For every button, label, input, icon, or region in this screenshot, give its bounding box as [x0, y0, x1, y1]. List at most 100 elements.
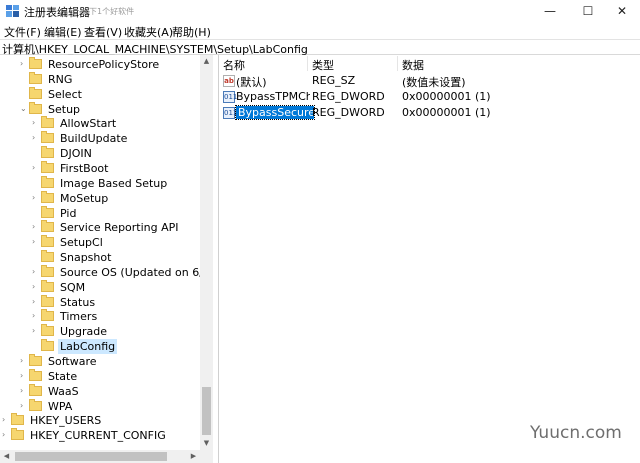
- folder-icon: [41, 220, 54, 233]
- chevron-right-icon[interactable]: ›: [32, 311, 40, 321]
- close-button[interactable]: ✕: [604, 0, 640, 22]
- folder-icon: [41, 339, 54, 352]
- value-data: 0x00000001 (1): [402, 90, 491, 103]
- regedit-app-icon: [6, 5, 19, 17]
- chevron-right-icon[interactable]: ›: [32, 163, 40, 173]
- chevron-right-icon[interactable]: [32, 178, 40, 188]
- column-divider[interactable]: [397, 56, 398, 71]
- folder-icon: [41, 160, 54, 173]
- folder-icon: [29, 57, 42, 69]
- chevron-right-icon[interactable]: ›: [2, 415, 10, 425]
- title-bar: 注册表编辑器 @下1个好软件 — ☐ ✕: [0, 0, 640, 22]
- chevron-right-icon[interactable]: ›: [32, 297, 40, 307]
- chevron-right-icon[interactable]: [20, 74, 28, 84]
- value-row[interactable]: 011BypassSecure...REG_DWORD 0x00000001 (1…: [219, 105, 639, 121]
- chevron-right-icon[interactable]: [32, 148, 40, 158]
- tree-item-label: Pid: [60, 206, 77, 220]
- tree-item-label: FirstBoot: [60, 161, 109, 175]
- tree-item-label: SetupCl: [60, 236, 103, 250]
- folder-icon: [41, 235, 54, 248]
- scroll-corner: [200, 450, 213, 463]
- tree-item-label: SQM: [60, 280, 86, 294]
- menu-favorites[interactable]: 收藏夹(A): [124, 24, 173, 40]
- folder-icon: [41, 279, 54, 292]
- column-divider[interactable]: [307, 56, 308, 71]
- value-name[interactable]: BypassSecure...: [235, 105, 315, 120]
- chevron-right-icon[interactable]: [32, 252, 40, 262]
- folder-icon: [41, 146, 54, 159]
- folder-icon: [29, 101, 42, 114]
- tree-item-label: Setup: [48, 102, 81, 116]
- chevron-right-icon[interactable]: ›: [32, 133, 40, 143]
- menu-edit[interactable]: 编辑(E): [44, 24, 82, 40]
- menu-help[interactable]: 帮助(H): [172, 24, 211, 40]
- chevron-right-icon[interactable]: ›: [2, 430, 10, 440]
- column-header-type[interactable]: 类型: [312, 57, 334, 73]
- chevron-right-icon[interactable]: ›: [32, 267, 40, 277]
- chevron-right-icon[interactable]: ›: [20, 371, 28, 381]
- folder-icon: [29, 86, 42, 99]
- folder-icon: [41, 294, 54, 307]
- tree-item-label: State: [48, 369, 78, 383]
- chevron-right-icon[interactable]: ›: [32, 237, 40, 247]
- chevron-right-icon[interactable]: [20, 89, 28, 99]
- value-row[interactable]: ab (默认) REG_SZ (数值未设置): [219, 73, 639, 89]
- chevron-right-icon[interactable]: ›: [20, 401, 28, 411]
- tree-item-label: HKEY_USERS: [30, 414, 102, 428]
- chevron-right-icon[interactable]: ›: [32, 222, 40, 232]
- value-data: (数值未设置): [402, 76, 466, 89]
- column-header-name[interactable]: 名称: [223, 57, 245, 73]
- value-data: 0x00000001 (1): [402, 106, 491, 119]
- value-row[interactable]: 011BypassTPMCh...REG_DWORD 0x00000001 (1): [219, 89, 639, 105]
- menu-bar: 文件(F) 编辑(E) 查看(V) 收藏夹(A) 帮助(H): [0, 22, 640, 39]
- folder-icon: [29, 383, 42, 396]
- tree-item-label: Source OS (Updated on 6/22/202: [60, 265, 212, 279]
- key-tree[interactable]: › ResourcePolicyStore RNG Select ⌄ Setup › Allo…: [0, 55, 213, 463]
- chevron-right-icon[interactable]: [32, 341, 40, 351]
- tree-item-label: AllowStart: [60, 117, 117, 131]
- tree-item-label: Snapshot: [60, 251, 112, 265]
- chevron-right-icon[interactable]: ›: [32, 193, 40, 203]
- chevron-right-icon[interactable]: ›: [32, 282, 40, 292]
- value-type: REG_DWORD: [312, 90, 385, 103]
- title-watermark: @下1个好软件: [81, 7, 135, 16]
- chevron-right-icon[interactable]: ›: [32, 326, 40, 336]
- folder-icon: [41, 205, 54, 218]
- hscroll-thumb[interactable]: [15, 452, 167, 461]
- tree-item-label: DJOIN: [60, 147, 92, 161]
- chevron-right-icon[interactable]: ›: [32, 118, 40, 128]
- minimize-button[interactable]: —: [532, 0, 568, 22]
- folder-icon: [41, 309, 54, 322]
- folder-icon: [41, 324, 54, 337]
- menu-view[interactable]: 查看(V): [84, 24, 122, 40]
- column-header-data[interactable]: 数据: [402, 57, 424, 73]
- tree-item-label: Service Reporting API: [60, 221, 179, 235]
- tree-vertical-scrollbar[interactable]: ▲ ▼: [200, 55, 213, 450]
- menu-file[interactable]: 文件(F): [4, 24, 41, 40]
- value-name[interactable]: BypassTPMCh...: [236, 90, 310, 103]
- folder-icon: [11, 428, 24, 441]
- chevron-right-icon[interactable]: ›: [20, 59, 28, 69]
- chevron-right-icon[interactable]: ›: [20, 356, 28, 366]
- scroll-down-icon[interactable]: ▼: [200, 437, 213, 450]
- address-bar[interactable]: 计算机\HKEY_LOCAL_MACHINE\SYSTEM\Setup\LabC…: [0, 39, 640, 56]
- tree-item-label: WPA: [48, 399, 73, 413]
- value-list[interactable]: 名称 类型 数据 ab (默认) REG_SZ (数值未设置) 011 BypassTPM…: [218, 55, 640, 463]
- chevron-right-icon[interactable]: [32, 208, 40, 218]
- binary-value-icon: 011: [223, 107, 238, 119]
- folder-icon: [41, 116, 54, 129]
- tree-horizontal-scrollbar[interactable]: ◀ ▶: [0, 450, 200, 463]
- tree-item-label: Status: [60, 295, 96, 309]
- chevron-down-icon[interactable]: ⌄: [20, 104, 28, 114]
- scroll-left-icon[interactable]: ◀: [0, 450, 13, 463]
- scroll-thumb[interactable]: [202, 387, 211, 435]
- tree-item-label: Software: [48, 355, 97, 368]
- tree-item-label: WaaS: [48, 384, 79, 398]
- scroll-up-icon[interactable]: ▲: [200, 55, 213, 68]
- value-name[interactable]: (默认): [236, 74, 267, 90]
- chevron-right-icon[interactable]: ›: [20, 386, 28, 396]
- maximize-button[interactable]: ☐: [570, 0, 606, 22]
- folder-icon: [41, 175, 54, 188]
- folder-icon: [29, 398, 42, 411]
- scroll-right-icon[interactable]: ▶: [187, 450, 200, 463]
